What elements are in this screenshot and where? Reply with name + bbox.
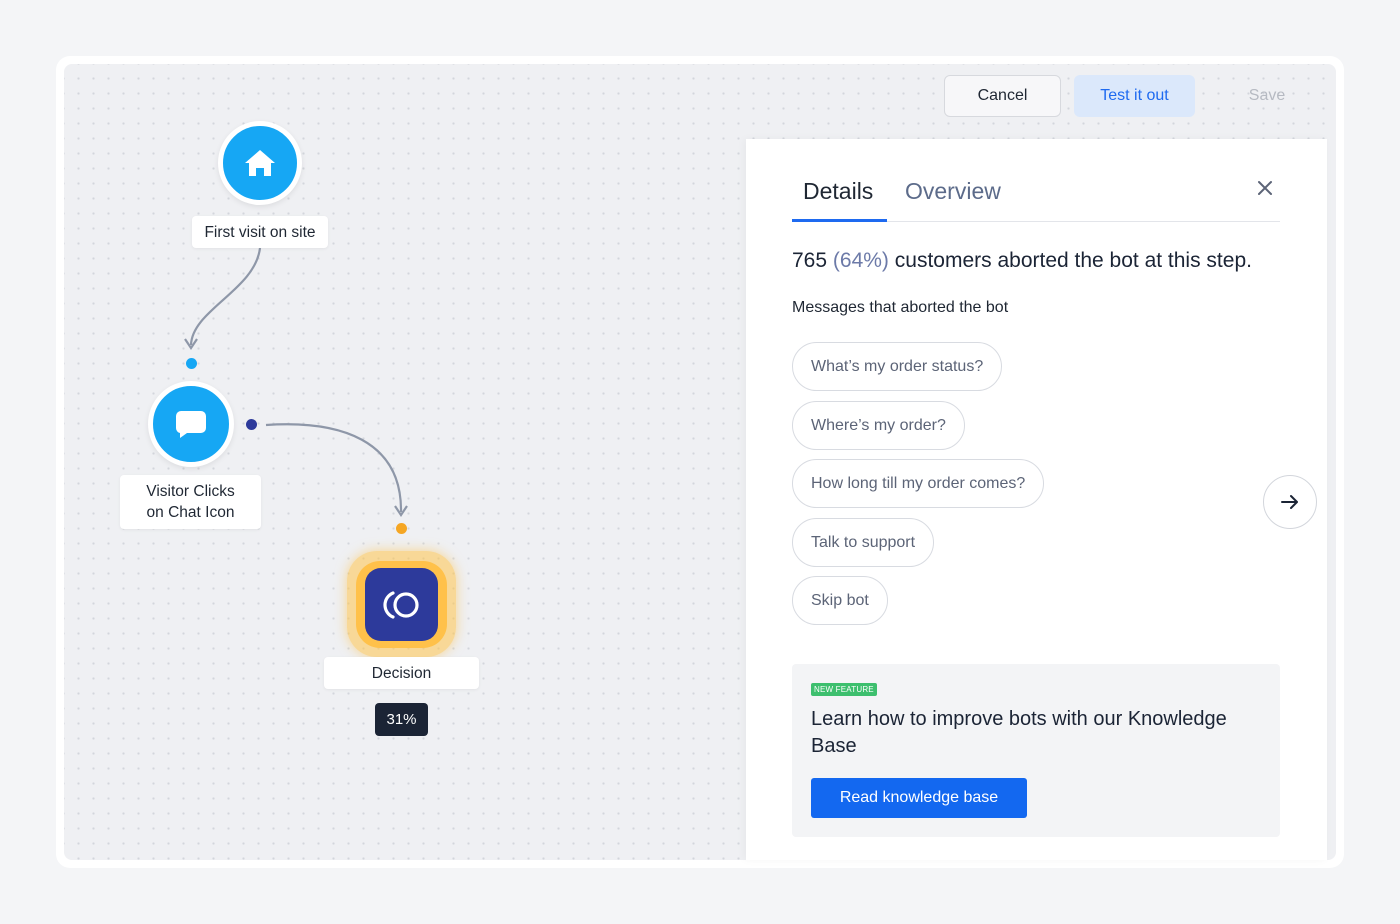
visitor-clicks-label: Visitor Clicks on Chat Icon: [120, 475, 261, 529]
visitor-clicks-label-line2: on Chat Icon: [146, 504, 235, 521]
close-icon[interactable]: [1253, 176, 1277, 200]
save-button[interactable]: Save: [1212, 75, 1322, 117]
output-port-dot[interactable]: [246, 419, 257, 430]
abort-text: customers aborted the bot at this step.: [894, 249, 1252, 272]
decision-node[interactable]: [356, 561, 447, 648]
chat-bubble-icon: [175, 411, 206, 438]
visitor-clicks-node[interactable]: [148, 381, 234, 467]
next-arrow-button[interactable]: [1263, 475, 1317, 529]
message-chip[interactable]: How long till my order comes?: [792, 459, 1045, 508]
knowledge-card-title: Learn how to improve bots with our Knowl…: [811, 708, 1227, 757]
connector-2: [265, 423, 403, 513]
tab-overview[interactable]: Overview: [905, 178, 1001, 205]
connector-1: [189, 247, 262, 346]
message-chip[interactable]: What’s my order status?: [792, 342, 1003, 391]
visitor-clicks-label-line1: Visitor Clicks: [146, 483, 235, 500]
test-it-out-button[interactable]: Test it out: [1074, 75, 1195, 117]
home-icon: [245, 150, 275, 176]
message-chip[interactable]: Skip bot: [792, 576, 888, 625]
message-chip[interactable]: Where’s my order?: [792, 401, 965, 450]
tab-details[interactable]: Details: [803, 178, 873, 205]
new-feature-badge: NEW FEATURE: [811, 683, 877, 696]
abort-stat: 765 (64%) customers aborted the bot at t…: [792, 249, 1252, 273]
decision-icon-tile: [365, 568, 438, 641]
first-visit-node[interactable]: [218, 121, 302, 205]
arrow-right-icon: [1281, 495, 1298, 509]
decision-percent-badge: 31%: [375, 703, 428, 736]
first-visit-label: First visit on site: [192, 216, 328, 248]
input-port-dot[interactable]: [186, 358, 197, 369]
decision-input-port-dot[interactable]: [396, 523, 407, 534]
cancel-button[interactable]: Cancel: [944, 75, 1061, 117]
abort-count: 765: [792, 249, 828, 272]
decision-icon: [382, 590, 419, 619]
abort-percent: (64%): [832, 249, 889, 272]
messages-heading: Messages that aborted the bot: [792, 299, 1009, 316]
read-knowledge-base-button[interactable]: Read knowledge base: [811, 778, 1027, 818]
active-tab-indicator: [792, 219, 887, 222]
message-chip[interactable]: Talk to support: [792, 518, 935, 567]
decision-label: Decision: [324, 657, 479, 689]
